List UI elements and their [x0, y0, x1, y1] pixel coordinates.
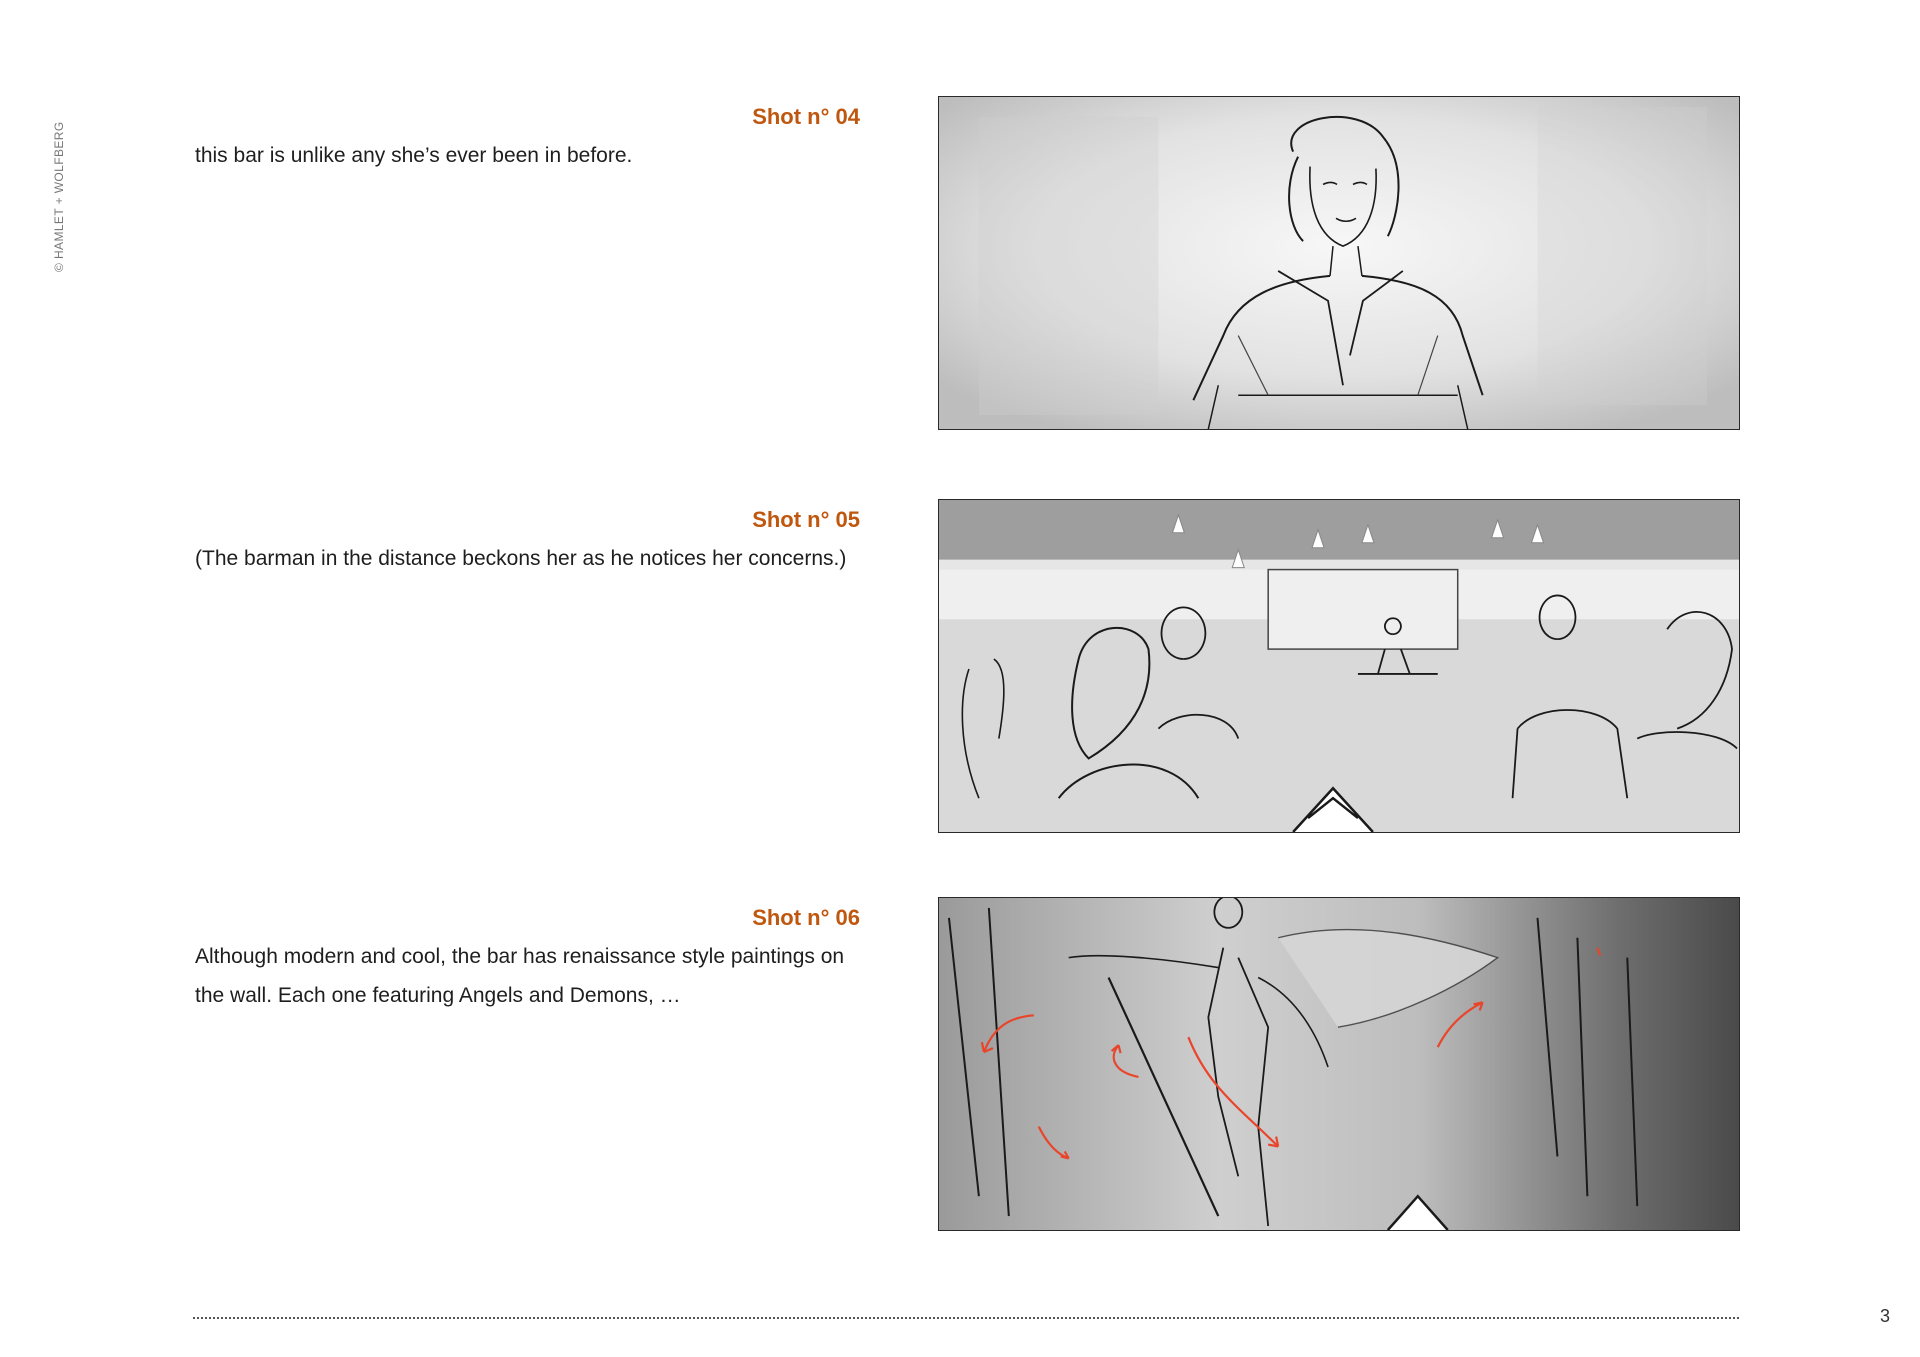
shot-06-title: Shot n° 06 [752, 905, 860, 930]
shot-06-description: Although modern and cool, the bar has re… [195, 945, 845, 1007]
shot-04-sketch [939, 97, 1739, 429]
page-number: 3 [1879, 1306, 1890, 1326]
shot-05-title: Shot n° 05 [752, 507, 860, 532]
shot-06-sketch [939, 898, 1739, 1230]
shot-05-sketch [939, 500, 1739, 832]
shot-04-title: Shot n° 04 [752, 104, 860, 129]
shot-05-description: (The barman in the distance beckons her … [195, 547, 847, 570]
shot-04-description: this bar is unlike any she’s ever been i… [195, 144, 633, 167]
footer-divider [193, 1317, 1739, 1319]
shot-05-storyboard-frame [938, 499, 1740, 833]
shot-04-storyboard-frame [938, 96, 1740, 430]
shot-06-storyboard-frame [938, 897, 1740, 1231]
copyright-notice: © HAMLET + WOLFBERG [52, 121, 66, 272]
